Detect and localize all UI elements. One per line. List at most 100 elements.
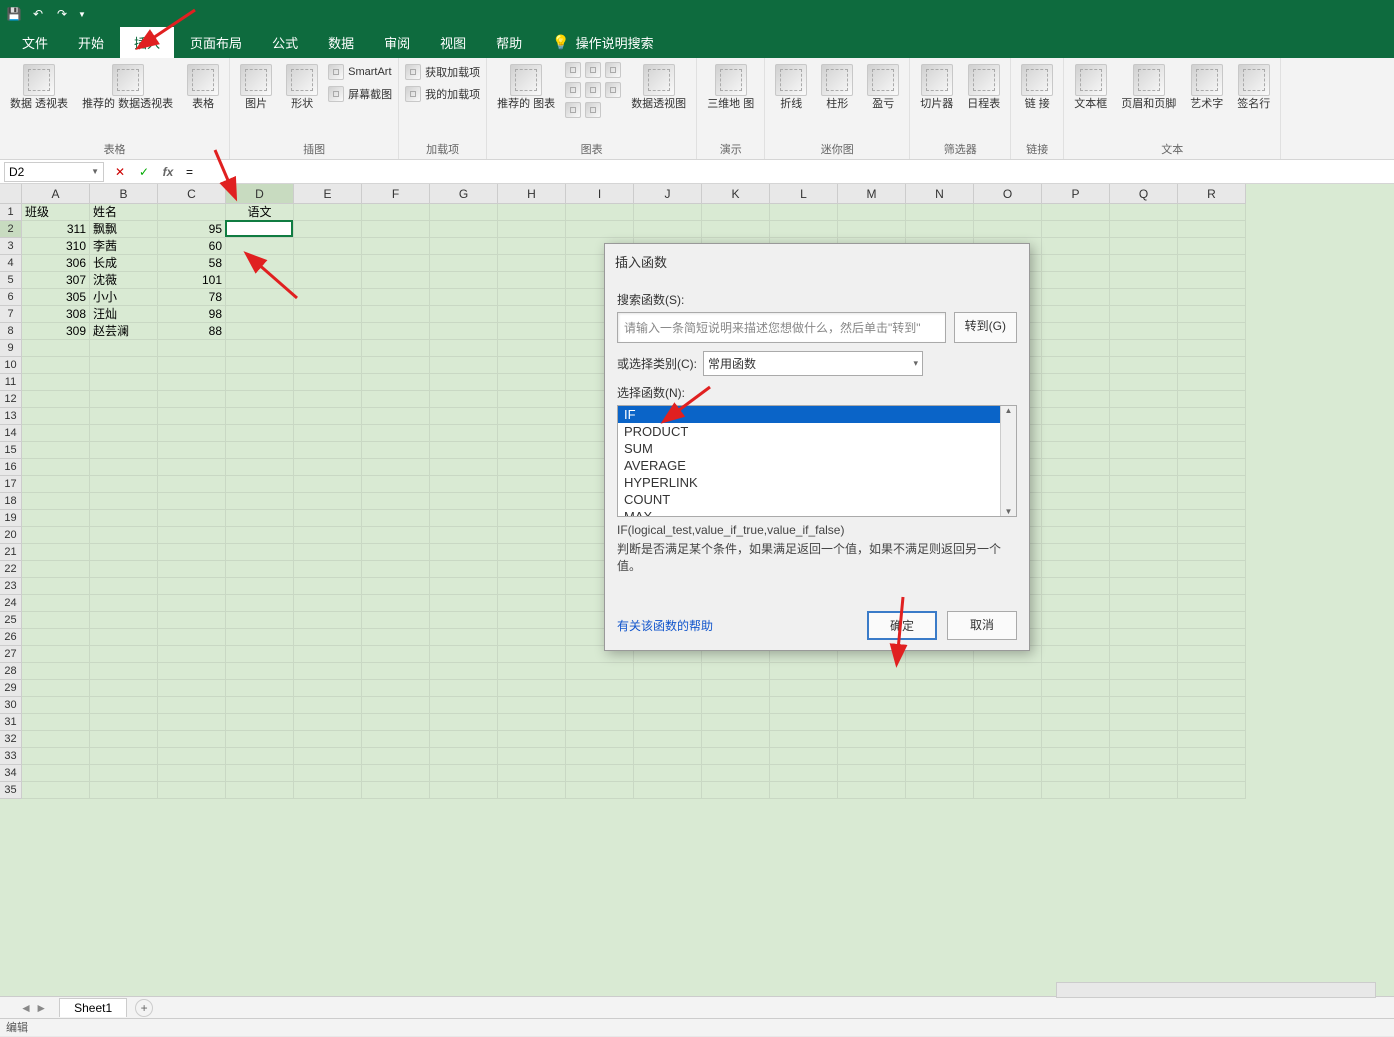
cell[interactable] (974, 731, 1042, 748)
cell[interactable] (226, 289, 294, 306)
cell[interactable] (702, 765, 770, 782)
cell[interactable] (22, 408, 90, 425)
column-header[interactable]: A (22, 184, 90, 204)
cell[interactable] (770, 663, 838, 680)
column-header[interactable]: J (634, 184, 702, 204)
column-header[interactable]: C (158, 184, 226, 204)
cell[interactable] (1042, 629, 1110, 646)
cell[interactable] (1042, 765, 1110, 782)
cell[interactable] (1042, 663, 1110, 680)
column-header[interactable]: O (974, 184, 1042, 204)
cell[interactable] (1110, 510, 1178, 527)
cell[interactable] (1042, 357, 1110, 374)
cell[interactable] (1178, 493, 1246, 510)
cell[interactable] (226, 374, 294, 391)
cell[interactable] (1042, 561, 1110, 578)
row-header[interactable]: 3 (0, 238, 22, 255)
cell[interactable] (1042, 697, 1110, 714)
cell[interactable] (158, 204, 226, 221)
row-header[interactable]: 9 (0, 340, 22, 357)
cell[interactable] (158, 425, 226, 442)
row-header[interactable]: 14 (0, 425, 22, 442)
chart-combo-icon[interactable] (585, 102, 601, 118)
cell[interactable] (362, 663, 430, 680)
cell[interactable] (158, 476, 226, 493)
cell[interactable] (430, 391, 498, 408)
cell[interactable] (634, 663, 702, 680)
cell[interactable] (226, 527, 294, 544)
cell[interactable] (838, 204, 906, 221)
column-header[interactable]: L (770, 184, 838, 204)
cell[interactable] (430, 357, 498, 374)
cell[interactable] (362, 629, 430, 646)
function-list-item[interactable]: COUNT (618, 491, 1000, 508)
cell[interactable] (634, 748, 702, 765)
cell[interactable] (498, 765, 566, 782)
cell[interactable] (906, 714, 974, 731)
cell[interactable] (838, 680, 906, 697)
cell[interactable] (294, 391, 362, 408)
cell[interactable] (430, 663, 498, 680)
cell[interactable] (1178, 629, 1246, 646)
cell[interactable] (498, 357, 566, 374)
cell[interactable] (294, 476, 362, 493)
chart-pie-icon[interactable] (605, 62, 621, 78)
cell[interactable] (362, 646, 430, 663)
cell[interactable] (1110, 544, 1178, 561)
cell[interactable] (22, 459, 90, 476)
pivot-chart-button[interactable]: 数据透视图 (627, 62, 690, 113)
cell[interactable] (1178, 782, 1246, 799)
cell[interactable] (430, 595, 498, 612)
cell[interactable] (22, 527, 90, 544)
row-header[interactable]: 25 (0, 612, 22, 629)
cell[interactable] (498, 391, 566, 408)
tab-formulas[interactable]: 公式 (258, 27, 312, 58)
tab-view[interactable]: 视图 (426, 27, 480, 58)
cell[interactable]: 长成 (90, 255, 158, 272)
cell[interactable] (226, 680, 294, 697)
cell[interactable] (158, 765, 226, 782)
cell[interactable] (362, 510, 430, 527)
cell[interactable] (362, 238, 430, 255)
cell[interactable] (1178, 646, 1246, 663)
cell[interactable] (770, 782, 838, 799)
cell[interactable]: 语文 (226, 204, 294, 221)
cell[interactable] (22, 544, 90, 561)
cell[interactable] (158, 510, 226, 527)
cell[interactable] (362, 340, 430, 357)
cell[interactable] (498, 493, 566, 510)
cell[interactable] (1110, 323, 1178, 340)
cell[interactable] (1110, 663, 1178, 680)
cell[interactable] (158, 731, 226, 748)
cell[interactable] (90, 442, 158, 459)
cell[interactable] (90, 578, 158, 595)
name-box-dropdown-icon[interactable]: ▼ (91, 167, 99, 176)
cell[interactable] (770, 221, 838, 238)
cell[interactable] (1110, 255, 1178, 272)
cell[interactable] (430, 629, 498, 646)
cell[interactable] (294, 238, 362, 255)
cell[interactable] (226, 272, 294, 289)
cell[interactable] (634, 731, 702, 748)
row-header[interactable]: 27 (0, 646, 22, 663)
cell[interactable] (294, 765, 362, 782)
cell[interactable] (226, 731, 294, 748)
cell[interactable] (566, 697, 634, 714)
cell[interactable] (226, 340, 294, 357)
cell[interactable] (430, 578, 498, 595)
cell[interactable]: 汪灿 (90, 306, 158, 323)
cell[interactable] (90, 561, 158, 578)
cell[interactable] (1178, 442, 1246, 459)
cell[interactable] (226, 306, 294, 323)
wordart-button[interactable]: 艺术字 (1186, 62, 1227, 113)
cell[interactable] (226, 782, 294, 799)
cell[interactable] (158, 595, 226, 612)
cell[interactable] (294, 629, 362, 646)
cell[interactable]: 309 (22, 323, 90, 340)
cell[interactable] (498, 340, 566, 357)
column-header[interactable]: F (362, 184, 430, 204)
cell[interactable] (226, 748, 294, 765)
cell[interactable] (1110, 595, 1178, 612)
get-addins-button[interactable]: 获取加载项 (405, 62, 480, 82)
cell[interactable] (430, 323, 498, 340)
